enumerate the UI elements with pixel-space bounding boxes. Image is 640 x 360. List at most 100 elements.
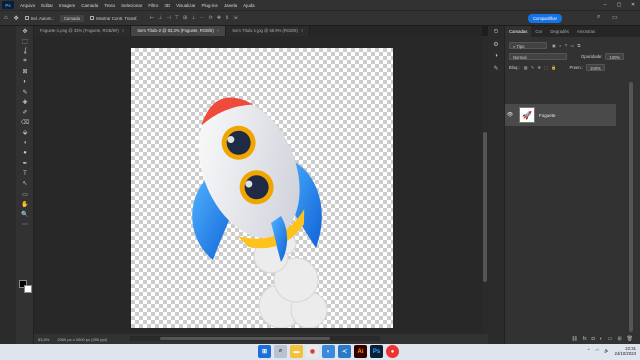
link-layers-icon[interactable]: ⛓ [571, 336, 577, 342]
filter-icons[interactable]: ▣ ◐ T ▭ ⧉ [552, 43, 582, 48]
menu-selecionar[interactable]: Selecionar [118, 3, 145, 8]
scroll-thumb[interactable] [160, 337, 330, 340]
brush-tool-icon[interactable]: ✚ [16, 97, 34, 107]
align-left-icon[interactable]: ⊢ [150, 15, 154, 21]
path-select-tool-icon[interactable]: ↖ [16, 179, 34, 189]
properties-icon[interactable]: ⚙ [488, 38, 504, 50]
history-icon[interactable]: ⏲ [488, 26, 504, 38]
3d-scale-icon[interactable]: ⇲ [233, 15, 237, 21]
eye-icon[interactable]: 👁 [505, 112, 515, 118]
menu-texto[interactable]: Texto [101, 3, 118, 8]
3d-mode-icon[interactable]: ⟳ [209, 15, 213, 21]
maximize-icon[interactable]: ▢ [612, 0, 626, 10]
close-tab-icon[interactable]: × [217, 28, 219, 33]
layer-item-foguete[interactable]: 👁 🚀 Foguete [505, 104, 616, 126]
home-icon[interactable]: ⌂ [4, 15, 8, 21]
tab-cor[interactable]: Cor [531, 26, 546, 37]
horizontal-scrollbar[interactable] [130, 336, 380, 341]
3d-pan-icon[interactable]: ✥ [217, 15, 221, 21]
close-tab-icon[interactable]: × [301, 28, 303, 33]
blur-tool-icon[interactable]: ◖ [16, 138, 34, 148]
search-icon[interactable]: ⌕ [597, 14, 600, 21]
layer-name[interactable]: Foguete [539, 113, 556, 118]
crop-tool-icon[interactable]: ⌗ [16, 57, 34, 67]
move-tool-icon[interactable]: ✥ [16, 26, 34, 36]
auto-select-checkbox[interactable]: Sel. Autom.: [24, 16, 54, 21]
eraser-tool-icon[interactable]: ⌫ [16, 118, 34, 128]
photoshop-icon[interactable]: Ps [370, 345, 383, 358]
close-icon[interactable]: ✕ [626, 0, 640, 10]
dodge-tool-icon[interactable]: ● [16, 148, 34, 158]
adjustments-icon[interactable]: ◑ [488, 50, 504, 62]
tab-degrades[interactable]: Degradês [546, 26, 573, 37]
menu-filtro[interactable]: Filtro [145, 3, 161, 8]
tab-sem-titulo-2[interactable]: Sem Título-2 @ 83,3% (Foguete, RGB/8) × [131, 26, 227, 36]
align-center-icon[interactable]: ⊥ [158, 15, 162, 21]
stamp-tool-icon[interactable]: ✐ [16, 108, 34, 118]
menu-imagem[interactable]: Imagem [56, 3, 78, 8]
document-canvas[interactable] [131, 48, 393, 328]
tab-amostras[interactable]: Amostras [573, 26, 599, 37]
search-icon[interactable]: ⌕ [274, 345, 287, 358]
vscode-icon[interactable]: ≺ [338, 345, 351, 358]
layer-select-dropdown[interactable]: Camada [59, 14, 85, 22]
move-tool-icon[interactable]: ✥ [14, 15, 19, 22]
zoom-level[interactable]: 83,3% [38, 337, 49, 342]
more-options-icon[interactable]: ⋯ [200, 15, 205, 21]
mask-icon[interactable]: ◘ [592, 336, 595, 342]
align-top-icon[interactable]: ⊤ [175, 15, 179, 21]
edge-icon[interactable]: ◐ [322, 345, 335, 358]
new-layer-icon[interactable]: ⊞ [617, 336, 621, 342]
zoom-tool-icon[interactable]: 🔍 [16, 209, 34, 219]
lock-icons[interactable]: ▦ ✎ ✥ ⬚ 🔒 [524, 65, 558, 71]
frame-tool-icon[interactable]: ⊠ [16, 67, 34, 77]
color-swatches[interactable] [19, 280, 33, 294]
wifi-icon[interactable]: ◠ [595, 348, 599, 354]
align-bottom-icon[interactable]: ⊥ [191, 15, 195, 21]
clock[interactable]: 22:31 24/10/2023 [614, 346, 636, 356]
opacity-input[interactable]: 100% [605, 53, 625, 60]
group-icon[interactable]: ▭ [608, 336, 613, 342]
illustrator-icon[interactable]: Ai [354, 345, 367, 358]
minimize-icon[interactable]: – [598, 0, 612, 10]
show-transform-checkbox[interactable]: Mostrar Contr. Transf. [90, 16, 138, 21]
panel-scrollbar[interactable] [629, 82, 633, 332]
fx-icon[interactable]: fx [583, 336, 587, 342]
more-tools-icon[interactable]: ⋯ [16, 220, 34, 230]
tab-foguete-1[interactable]: Foguete-1.png @ 33% (Foguete, RGB/8#) × [34, 26, 132, 36]
kind-filter-select[interactable]: ⌕ Tipo [509, 42, 547, 49]
app-icon[interactable]: ● [386, 345, 399, 358]
menu-janela[interactable]: Janela [221, 3, 240, 8]
brush-settings-icon[interactable]: ✎ [488, 62, 504, 74]
close-tab-icon[interactable]: × [122, 28, 124, 33]
menu-3d[interactable]: 3D [161, 3, 173, 8]
fill-input[interactable]: 100% [586, 64, 605, 71]
align-middle-icon[interactable]: ⊞ [183, 15, 187, 21]
volume-icon[interactable]: 🔈 [604, 348, 609, 354]
type-tool-icon[interactable]: T [16, 169, 34, 179]
adjustment-layer-icon[interactable]: ◐ [600, 336, 603, 342]
menu-editar[interactable]: Editar [38, 3, 56, 8]
menu-visualizar[interactable]: Visualizar [173, 3, 198, 8]
marquee-tool-icon[interactable]: ⬚ [16, 36, 34, 46]
document-workspace[interactable] [34, 36, 482, 334]
healing-tool-icon[interactable]: ✎ [16, 87, 34, 97]
scroll-thumb[interactable] [483, 132, 487, 282]
file-explorer-icon[interactable]: ▬ [290, 345, 303, 358]
menu-ajuda[interactable]: Ajuda [240, 3, 258, 8]
align-right-icon[interactable]: ⊣ [166, 15, 170, 21]
menu-plugins[interactable]: Plug-ins [199, 3, 221, 8]
chevron-up-icon[interactable]: ⌃ [587, 348, 591, 354]
background-color-swatch[interactable] [24, 285, 32, 293]
lasso-tool-icon[interactable]: ʆ [16, 46, 34, 56]
workspace-icon[interactable]: ▭ [612, 14, 618, 21]
menu-camada[interactable]: Camada [78, 3, 101, 8]
tab-camadas[interactable]: Camadas [505, 26, 532, 37]
shape-tool-icon[interactable]: ▭ [16, 189, 34, 199]
delete-icon[interactable]: 🗑 [627, 336, 633, 342]
3d-slide-icon[interactable]: ⇕ [225, 15, 229, 21]
windows-start-icon[interactable]: ⊞ [258, 345, 271, 358]
pen-tool-icon[interactable]: ✒ [16, 158, 34, 168]
eyedropper-tool-icon[interactable]: ◐ [16, 77, 34, 87]
blend-mode-select[interactable]: Normal [509, 53, 567, 60]
